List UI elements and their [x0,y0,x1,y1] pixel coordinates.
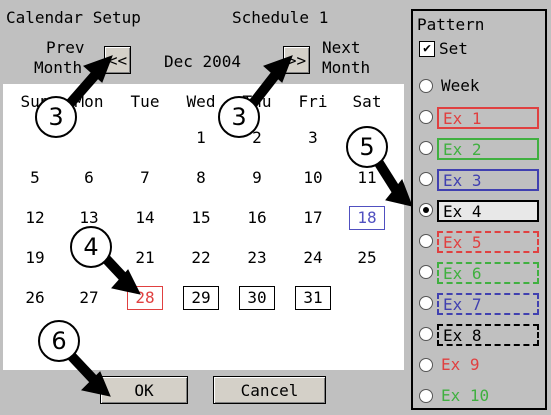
weekday-header: Sat [352,92,382,111]
next-label-line2: Month [322,58,371,77]
pattern-option[interactable]: Ex 4 [413,195,545,225]
calendar-day[interactable]: 25 [349,246,385,270]
pattern-label: Ex 6 [437,262,539,284]
pattern-panel: Pattern ✔ Set Week Ex 1 Ex 2 Ex 3 Ex 4 Ex 5 Ex… [411,9,547,410]
calendar-day[interactable]: 19 [17,246,53,270]
calendar-day[interactable]: 12 [17,206,53,230]
radio-icon[interactable] [419,358,433,372]
prev-label-line2: Month [34,58,83,77]
pattern-option[interactable]: Ex 10 [413,381,545,411]
pattern-label: Ex 1 [437,107,539,129]
radio-icon[interactable] [419,79,433,93]
set-label: Set [439,39,468,58]
calendar-day[interactable]: 7 [127,166,163,190]
radio-icon[interactable] [419,265,433,279]
radio-icon[interactable] [419,110,433,124]
calendar-day[interactable]: 5 [17,166,53,190]
next-label-line1: Next [322,38,361,57]
pattern-label: Ex 4 [437,200,539,222]
calendar-day[interactable]: 15 [183,206,219,230]
pattern-label: Ex 8 [437,324,539,346]
calendar-day[interactable]: 29 [183,286,219,310]
calendar-day[interactable]: 18 [349,206,385,230]
set-checkbox[interactable]: ✔ [419,41,435,57]
pattern-option[interactable]: Ex 8 [413,319,545,349]
calendar-day[interactable]: 3 [295,126,331,150]
cancel-button[interactable]: Cancel [213,376,326,404]
radio-icon[interactable] [419,203,433,217]
callout-4: 4 [70,226,112,268]
radio-icon[interactable] [419,234,433,248]
calendar-day[interactable]: 31 [295,286,331,310]
pattern-option[interactable]: Week [413,71,545,101]
pattern-option[interactable]: Ex 9 [413,350,545,380]
pattern-option[interactable]: Ex 5 [413,226,545,256]
calendar-day[interactable]: 26 [17,286,53,310]
calendar-day[interactable]: 27 [71,286,107,310]
calendar-day[interactable]: 17 [295,206,331,230]
pattern-option[interactable]: Ex 6 [413,257,545,287]
callout-3-next: 3 [218,96,260,138]
window-title: Calendar Setup [6,8,141,27]
radio-icon[interactable] [419,327,433,341]
calendar-day[interactable]: 30 [239,286,275,310]
calendar-day[interactable]: 21 [127,246,163,270]
callout-6: 6 [38,320,80,362]
weekday-header: Fri [298,92,328,111]
pattern-option[interactable]: Ex 3 [413,164,545,194]
pattern-option[interactable]: Ex 2 [413,133,545,163]
ok-button[interactable]: OK [100,376,188,404]
calendar-day[interactable]: 14 [127,206,163,230]
callout-3-prev: 3 [35,96,77,138]
calendar-day[interactable]: 9 [239,166,275,190]
calendar-day[interactable]: 28 [127,286,163,310]
pattern-option[interactable]: Ex 7 [413,288,545,318]
calendar-day[interactable]: 11 [349,166,385,190]
pattern-label: Ex 3 [437,169,539,191]
calendar-day[interactable]: 22 [183,246,219,270]
weekday-header: Tue [130,92,160,111]
calendar-day[interactable]: 10 [295,166,331,190]
calendar-day[interactable]: 23 [239,246,275,270]
pattern-label: Ex 5 [437,231,539,253]
current-month: Dec 2004 [164,52,242,71]
calendar-day[interactable]: 1 [183,126,219,150]
radio-icon[interactable] [419,172,433,186]
next-month-button[interactable]: >> [283,46,310,74]
pattern-label: Ex 9 [441,355,480,374]
pattern-label: Week [441,76,480,95]
callout-5: 5 [346,126,388,168]
prev-month-button[interactable]: << [104,46,131,74]
pattern-option[interactable]: Ex 1 [413,102,545,132]
radio-icon[interactable] [419,389,433,403]
weekday-header: Wed [186,92,216,111]
calendar-day[interactable]: 8 [183,166,219,190]
pattern-label: Ex 7 [437,293,539,315]
prev-label-line1: Prev [46,38,85,57]
radio-icon[interactable] [419,141,433,155]
calendar-setup-window: Calendar Setup Schedule 1 Prev Month << … [0,0,551,415]
pattern-title: Pattern [417,15,485,34]
calendar-day[interactable]: 6 [71,166,107,190]
calendar-day[interactable]: 24 [295,246,331,270]
pattern-label: Ex 10 [441,386,490,405]
radio-icon[interactable] [419,296,433,310]
calendar-day[interactable]: 16 [239,206,275,230]
pattern-label: Ex 2 [437,138,539,160]
schedule-label: Schedule 1 [232,8,329,27]
